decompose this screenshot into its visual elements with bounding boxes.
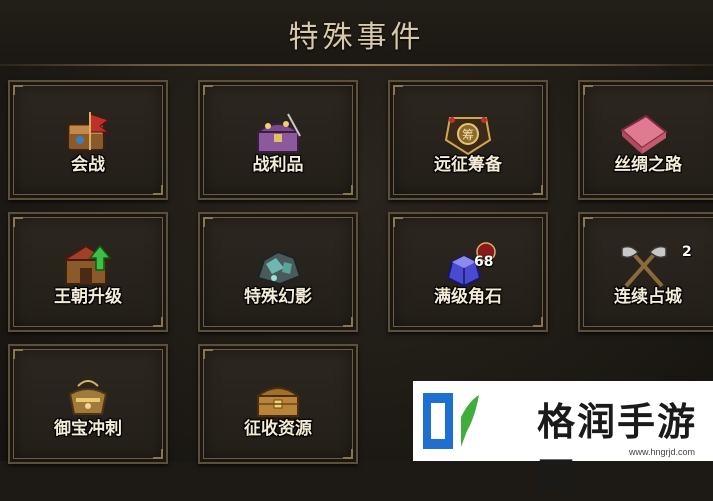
event-tile-collect-resources[interactable]: 征收资源 <box>198 344 358 464</box>
count-badge: 2 <box>682 244 692 260</box>
event-tile-consecutive-capture[interactable]: 2 连续占城 <box>578 212 713 332</box>
header-divider <box>0 64 713 66</box>
watermark-brand: 格润手游网 <box>537 400 698 499</box>
event-tile-dynasty-upgrade[interactable]: 王朝升级 <box>8 212 168 332</box>
brand-logo-icon <box>423 393 479 449</box>
event-tile-silk-road[interactable]: 丝绸之路 <box>578 80 713 200</box>
event-label: 战利品 <box>252 155 304 175</box>
event-label: 连续占城 <box>614 287 682 307</box>
event-label: 满级角石 <box>434 287 502 307</box>
event-tile-max-level-stone[interactable]: 68 满级角石 <box>388 212 548 332</box>
event-tile-special-phantom[interactable]: 特殊幻影 <box>198 212 358 332</box>
site-watermark: 格润手游网 www.hngrjd.com <box>413 381 713 499</box>
event-label: 征收资源 <box>244 419 312 439</box>
watermark-url: www.hngrjd.com <box>629 447 696 457</box>
svg-text:筹: 筹 <box>462 128 474 142</box>
event-label: 丝绸之路 <box>614 155 682 175</box>
event-label: 御宝冲刺 <box>54 419 122 439</box>
event-label: 远征筹备 <box>434 155 502 175</box>
event-label: 特殊幻影 <box>244 287 312 307</box>
event-tile-expedition-prep[interactable]: 筹 远征筹备 <box>388 80 548 200</box>
page-title: 特殊事件 <box>288 20 425 55</box>
level-badge: 68 <box>474 254 494 270</box>
event-label: 会战 <box>71 155 105 175</box>
event-tile-treasure-sprint[interactable]: 御宝冲刺 <box>8 344 168 464</box>
event-tile-battle[interactable]: 会战 <box>8 80 168 200</box>
event-tile-loot[interactable]: 战利品 <box>198 80 358 200</box>
event-label: 王朝升级 <box>54 287 122 307</box>
